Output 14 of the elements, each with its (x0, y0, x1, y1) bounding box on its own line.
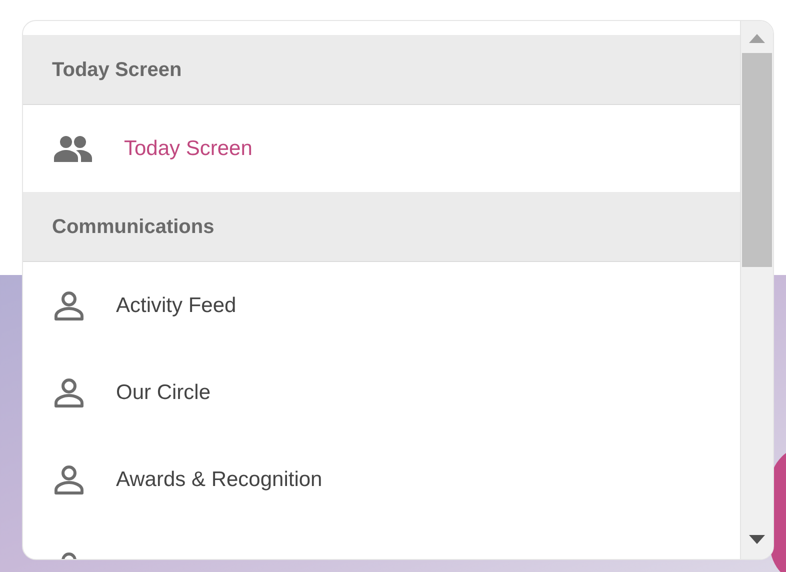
menu-item[interactable]: Awards & Recognition (23, 436, 740, 523)
scrollbar-thumb[interactable] (742, 53, 772, 267)
person-icon (53, 464, 85, 494)
scroll-down-arrow-icon[interactable] (749, 535, 765, 545)
people-icon (53, 134, 93, 162)
person-icon (53, 290, 85, 320)
group-header: Today Screen (23, 35, 740, 105)
scrollbar[interactable] (740, 21, 773, 559)
scroll-up-arrow-icon[interactable] (749, 33, 765, 43)
menu-item[interactable]: Our Circle (23, 349, 740, 436)
menu-item[interactable]: Today Screen (23, 105, 740, 192)
group-header: Communications (23, 192, 740, 262)
person-icon (53, 378, 85, 408)
menu-item[interactable]: Activity Feed (23, 262, 740, 349)
